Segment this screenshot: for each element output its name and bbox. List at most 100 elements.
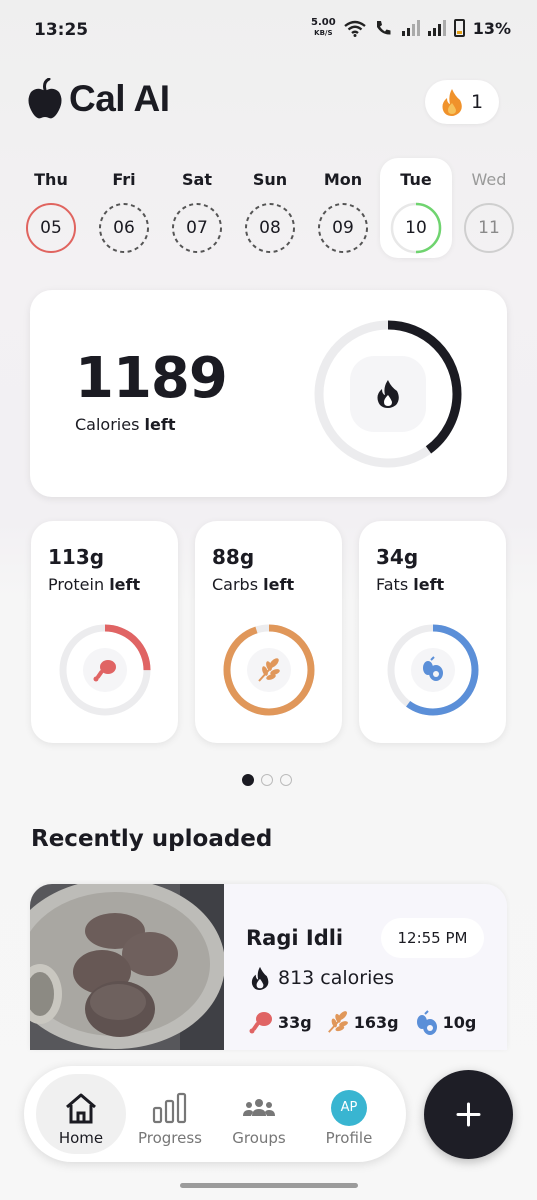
macro-name: Protein [48, 575, 105, 594]
food-fats-value: 10g [442, 1012, 477, 1032]
streak-badge[interactable]: 1 [425, 80, 499, 124]
day-number: 05 [40, 218, 62, 238]
bar-chart-icon [152, 1092, 187, 1124]
food-carbs: 163g [326, 1009, 399, 1035]
food-fats: 10g [413, 1009, 477, 1035]
volte-call-icon [376, 21, 391, 35]
food-macros: 33g 163g 10g [248, 1009, 476, 1035]
flame-icon [251, 966, 269, 990]
day-sat[interactable]: Sat 07 [161, 158, 233, 258]
day-fri[interactable]: Fri 06 [88, 158, 160, 258]
recently-uploaded-heading: Recently uploaded [31, 826, 273, 852]
carbs-progress-ring [223, 624, 315, 716]
calories-card[interactable]: 1189 Calories left [30, 290, 507, 497]
nav-profile[interactable]: AP Profile [304, 1074, 394, 1154]
day-circle: 05 [25, 202, 77, 254]
macro-name: Fats [376, 575, 409, 594]
food-calories: 813 calories [250, 966, 394, 990]
day-label: Sat [182, 170, 212, 189]
page-dot-2[interactable] [261, 774, 273, 786]
day-number: 11 [478, 218, 500, 238]
day-circle: 07 [171, 202, 223, 254]
flame-icon [442, 89, 462, 116]
streak-count: 1 [470, 91, 484, 113]
recent-food-card[interactable]: Ragi Idli 12:55 PM 813 calories 33g 163g… [30, 884, 507, 1050]
battery-icon [453, 19, 465, 37]
bottom-nav: Home Progress Groups AP Profile [24, 1066, 406, 1162]
page-dot-3[interactable] [280, 774, 292, 786]
status-icons: 5.00 KB/S 13% [311, 18, 511, 38]
day-sun[interactable]: Sun 08 [234, 158, 306, 258]
wheat-icon [327, 1011, 348, 1033]
header: Cal AI 1 [27, 78, 507, 128]
protein-card[interactable]: 113g Protein left [31, 521, 178, 743]
plus-icon [456, 1102, 481, 1127]
day-circle: 08 [244, 202, 296, 254]
fats-left-value: 34g [376, 545, 419, 569]
net-speed-value: 5.00 [311, 17, 336, 28]
macro-suffix: left [109, 575, 141, 594]
protein-left-value: 113g [48, 545, 105, 569]
page-dot-1[interactable] [242, 774, 254, 786]
day-circle: 09 [317, 202, 369, 254]
apple-logo-icon [28, 78, 62, 119]
nav-label: Home [58, 1129, 104, 1147]
status-time: 13:25 [34, 20, 89, 40]
net-speed: 5.00 KB/S [311, 18, 336, 38]
carbs-card[interactable]: 88g Carbs left [195, 521, 342, 743]
fats-progress-ring [387, 624, 479, 716]
nav-groups[interactable]: Groups [214, 1074, 304, 1154]
food-carbs-value: 163g [353, 1012, 399, 1032]
carbs-left-label: Carbs left [212, 575, 294, 594]
day-circle: 11 [463, 202, 515, 254]
day-number: 08 [259, 218, 281, 238]
day-circle: 10 [390, 202, 442, 254]
nav-label: Profile [325, 1129, 373, 1147]
status-bar: 13:25 5.00 KB/S 13% [0, 0, 537, 62]
day-thu[interactable]: Thu 05 [15, 158, 87, 258]
wifi-icon [343, 20, 366, 37]
home-indicator [180, 1183, 358, 1188]
carbs-left-value: 88g [212, 545, 255, 569]
day-label: Mon [323, 170, 363, 189]
protein-progress-ring [59, 624, 151, 716]
macro-suffix: left [263, 575, 295, 594]
nav-label: Progress [137, 1129, 202, 1147]
avocado-icon [416, 1010, 437, 1035]
day-number: 09 [332, 218, 354, 238]
food-photo [30, 884, 224, 1050]
day-mon[interactable]: Mon 09 [307, 158, 379, 258]
calories-left-label: Calories left [75, 415, 175, 434]
app-title: Cal AI [69, 78, 170, 119]
battery-percent: 13% [472, 18, 511, 38]
day-number: 06 [113, 218, 135, 238]
nav-home[interactable]: Home [36, 1074, 126, 1154]
home-icon [66, 1093, 96, 1124]
add-food-button[interactable] [424, 1070, 513, 1159]
day-number: 10 [405, 218, 427, 238]
nav-label: Groups [232, 1129, 286, 1147]
fats-left-label: Fats left [376, 575, 444, 594]
day-tue[interactable]: Tue 10 [380, 158, 452, 258]
week-day-selector: Thu 05 Fri 06 Sat 07 Sun 08 Mon 09 Tue 1… [15, 158, 525, 258]
macro-name: Carbs [212, 575, 259, 594]
protein-left-label: Protein left [48, 575, 140, 594]
food-calories-text: 813 calories [278, 967, 394, 989]
day-label: Wed [471, 170, 507, 189]
day-label: Thu [34, 170, 68, 189]
net-speed-unit: KB/S [314, 29, 333, 37]
drumstick-icon [249, 1012, 272, 1034]
signal-2-icon [427, 20, 446, 36]
calories-label-text: Calories [75, 415, 140, 434]
avatar: AP [331, 1090, 367, 1126]
nav-progress[interactable]: Progress [125, 1074, 215, 1154]
macro-suffix: left [413, 575, 445, 594]
day-label: Sun [252, 170, 288, 189]
calories-progress-ring [314, 320, 462, 468]
day-wed[interactable]: Wed 11 [453, 158, 525, 258]
day-label: Tue [400, 170, 432, 189]
food-name: Ragi Idli [246, 926, 344, 950]
fats-card[interactable]: 34g Fats left [359, 521, 506, 743]
page-indicator [242, 774, 292, 786]
day-circle: 06 [98, 202, 150, 254]
